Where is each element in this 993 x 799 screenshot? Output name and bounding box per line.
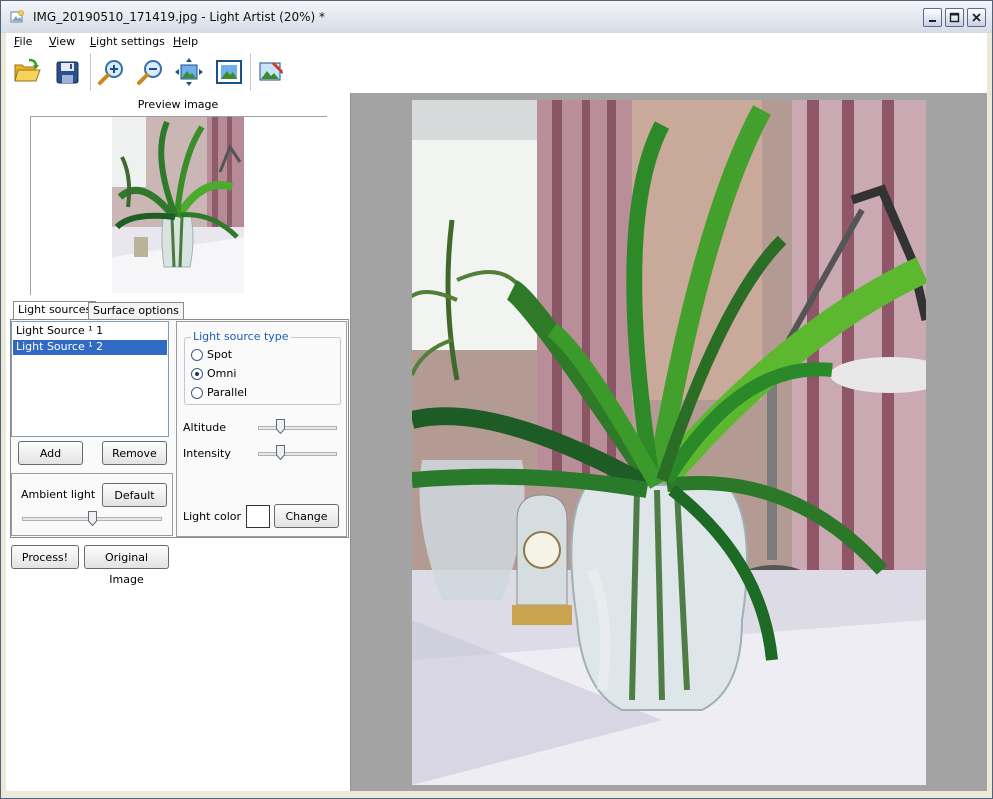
app-window: IMG_20190510_171419.jpg - Light Artist (…	[0, 0, 993, 799]
zoom-out-icon[interactable]	[134, 56, 166, 88]
remove-light-source-button[interactable]: Remove	[102, 441, 167, 465]
radio-parallel[interactable]	[191, 387, 203, 399]
title-bar[interactable]: IMG_20190510_171419.jpg - Light Artist (…	[1, 1, 992, 33]
tab-surface-options[interactable]: Surface options	[88, 302, 184, 319]
menu-help[interactable]: Help	[173, 35, 198, 48]
original-image-button[interactable]: Original Image	[84, 545, 169, 586]
ambient-light-slider[interactable]	[87, 511, 97, 527]
process-button[interactable]: Process!	[11, 545, 79, 569]
close-button[interactable]	[967, 8, 986, 27]
main-image	[412, 100, 926, 785]
default-ambient-button[interactable]: Default	[102, 483, 167, 507]
radio-omni-label: Omni	[207, 367, 237, 380]
menu-view[interactable]: View	[49, 35, 75, 48]
window-title: IMG_20190510_171419.jpg - Light Artist (…	[33, 10, 325, 24]
altitude-slider[interactable]	[275, 419, 285, 435]
altitude-label: Altitude	[183, 421, 226, 434]
open-folder-icon[interactable]	[11, 56, 43, 88]
zoom-in-icon[interactable]	[95, 56, 127, 88]
actual-size-icon[interactable]	[213, 56, 245, 88]
radio-omni[interactable]	[191, 368, 203, 380]
preview-image	[112, 117, 244, 293]
light-color-label: Light color	[183, 510, 242, 523]
image-viewport[interactable]	[351, 93, 987, 791]
ambient-light-label: Ambient light	[21, 488, 96, 501]
radio-parallel-label: Parallel	[207, 386, 248, 399]
minimize-button[interactable]	[923, 8, 942, 27]
fit-to-window-icon[interactable]	[173, 56, 205, 88]
edit-image-icon[interactable]	[255, 56, 287, 88]
maximize-button[interactable]	[945, 8, 964, 27]
light-color-swatch[interactable]	[246, 505, 270, 528]
toolbar-separator	[90, 53, 91, 91]
light-source-type-label: Light source type	[191, 330, 291, 343]
preview-frame	[30, 116, 327, 295]
intensity-slider[interactable]	[275, 445, 285, 461]
list-item[interactable]: Light Source ¹ 1	[13, 324, 167, 339]
add-light-source-button[interactable]: Add	[18, 441, 83, 465]
toolbar	[6, 51, 987, 94]
list-item[interactable]: Light Source ¹ 2	[13, 340, 167, 355]
app-icon	[9, 9, 25, 25]
save-disk-icon[interactable]	[51, 56, 83, 88]
left-panel: Preview image Light sources Surface opti…	[6, 93, 351, 791]
radio-spot-label: Spot	[207, 348, 233, 361]
light-source-list[interactable]: Light Source ¹ 1 Light Source ¹ 2	[11, 321, 169, 437]
change-color-button[interactable]: Change	[274, 504, 339, 528]
radio-spot[interactable]	[191, 349, 203, 361]
intensity-label: Intensity	[183, 447, 231, 460]
menu-bar: File View Light settings Help	[6, 33, 987, 52]
toolbar-separator	[250, 53, 251, 91]
menu-light-settings[interactable]: Light settings	[90, 35, 165, 48]
tab-light-sources[interactable]: Light sources	[13, 301, 97, 320]
altitude-slider-track	[258, 426, 337, 430]
preview-title: Preview image	[137, 98, 219, 111]
intensity-slider-track	[258, 452, 337, 456]
menu-file[interactable]: File	[14, 35, 32, 48]
